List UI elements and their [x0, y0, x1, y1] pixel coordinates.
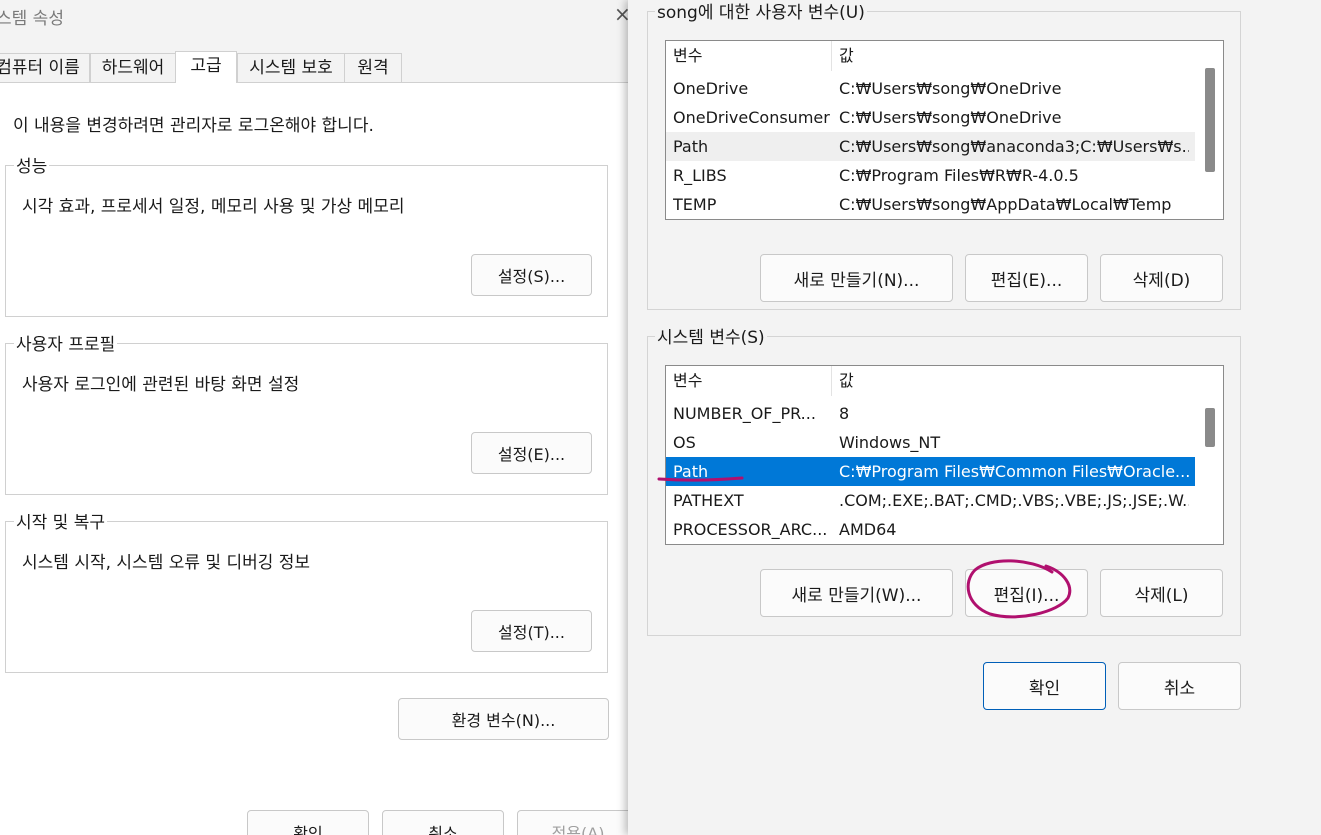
variable-name: Path: [673, 137, 709, 156]
user-profiles-description: 사용자 로그인에 관련된 바탕 화면 설정: [22, 375, 300, 395]
column-header-variable[interactable]: 변수: [666, 366, 832, 396]
table-row[interactable]: OS Windows_NT: [666, 428, 1195, 457]
performance-group: 성능 시각 효과, 프로세서 일정, 메모리 사용 및 가상 메모리 설정(S)…: [5, 152, 608, 317]
startup-recovery-description: 시스템 시작, 시스템 오류 및 디버깅 정보: [22, 553, 311, 573]
tab-bar: 컴퓨터 이름 하드웨어 고급 시스템 보호 원격: [0, 51, 628, 83]
left-cancel-button[interactable]: 취소: [382, 810, 504, 835]
variable-value: C:₩Users₩song₩OneDrive: [839, 79, 1062, 98]
system-new-button[interactable]: 새로 만들기(W)...: [760, 569, 953, 617]
variable-value: Windows_NT: [839, 433, 941, 452]
close-icon[interactable]: ×: [614, 2, 628, 26]
vertical-scrollbar[interactable]: [1199, 366, 1223, 544]
user-edit-button[interactable]: 편집(E)...: [965, 254, 1088, 302]
tab-system-protection[interactable]: 시스템 보호: [237, 53, 345, 82]
table-row[interactable]: Path C:₩Users₩song₩anaconda3;C:₩Users₩s.…: [666, 132, 1195, 161]
column-header-variable[interactable]: 변수: [666, 41, 832, 71]
table-row[interactable]: R_LIBS C:₩Program Files₩R₩R-4.0.5: [666, 161, 1195, 190]
variable-name: TEMP: [673, 195, 717, 214]
user-variables-list[interactable]: 변수 값 OneDrive C:₩Users₩song₩OneDrive One…: [665, 40, 1224, 220]
tab-advanced[interactable]: 고급: [175, 51, 237, 83]
variable-value: C:₩Users₩song₩AppData₩Local₩Temp: [839, 195, 1172, 214]
dialog-title: 스템 속성: [0, 9, 64, 29]
user-delete-button[interactable]: 삭제(D): [1100, 254, 1223, 302]
user-new-button[interactable]: 새로 만들기(N)...: [760, 254, 953, 302]
list-header: 변수 값: [666, 41, 1195, 71]
user-variables-label: song에 대한 사용자 변수(U): [655, 0, 867, 23]
variable-value: .COM;.EXE;.BAT;.CMD;.VBS;.VBE;.JS;.JSE;.…: [839, 491, 1189, 510]
variable-value: C:₩Users₩song₩anaconda3;C:₩Users₩s...: [839, 137, 1189, 156]
performance-settings-button[interactable]: 설정(S)...: [471, 254, 592, 296]
advanced-tab-panel: 이 내용을 변경하려면 관리자로 로그온해야 합니다. 성능 시각 효과, 프로…: [0, 83, 628, 835]
user-variables-group: song에 대한 사용자 변수(U) 변수 값 OneDrive C:₩User…: [647, 0, 1241, 310]
left-ok-button[interactable]: 확인: [247, 810, 369, 835]
variable-name: NUMBER_OF_PR...: [673, 404, 816, 423]
startup-recovery-group: 시작 및 복구 시스템 시작, 시스템 오류 및 디버깅 정보 설정(T)...: [5, 508, 608, 673]
env-ok-button[interactable]: 확인: [983, 662, 1106, 710]
environment-variables-button[interactable]: 환경 변수(N)...: [398, 698, 609, 740]
variable-name: OneDriveConsumer: [673, 108, 830, 127]
variable-value: C:₩Program Files₩Common Files₩Oracle...: [839, 462, 1189, 481]
table-row[interactable]: PROCESSOR_ARC... AMD64: [666, 515, 1195, 544]
startup-recovery-label: 시작 및 복구: [14, 508, 108, 533]
column-header-value[interactable]: 값: [832, 366, 1195, 396]
scrollbar-thumb[interactable]: [1205, 68, 1215, 172]
table-row[interactable]: OneDrive C:₩Users₩song₩OneDrive: [666, 74, 1195, 103]
environment-variables-dialog: song에 대한 사용자 변수(U) 변수 값 OneDrive C:₩User…: [628, 0, 1321, 835]
admin-note: 이 내용을 변경하려면 관리자로 로그온해야 합니다.: [13, 116, 374, 136]
column-header-value[interactable]: 값: [832, 41, 1195, 71]
user-profiles-group: 사용자 프로필 사용자 로그인에 관련된 바탕 화면 설정 설정(E)...: [5, 330, 608, 495]
scrollbar-thumb[interactable]: [1205, 408, 1215, 447]
variable-name: OS: [673, 433, 696, 452]
variable-name: OneDrive: [673, 79, 749, 98]
system-properties-dialog: 스템 속성 × 컴퓨터 이름 하드웨어 고급 시스템 보호 원격 이 내용을 변…: [0, 0, 628, 835]
variable-value: 8: [839, 404, 850, 423]
variable-name: PROCESSOR_ARC...: [673, 520, 828, 539]
variable-name: PATHEXT: [673, 491, 744, 510]
variable-value: AMD64: [839, 520, 897, 539]
variable-value: C:₩Users₩song₩OneDrive: [839, 108, 1062, 127]
startup-recovery-settings-button[interactable]: 설정(T)...: [471, 610, 592, 652]
tab-computer-name[interactable]: 컴퓨터 이름: [0, 53, 90, 82]
performance-label: 성능: [14, 152, 50, 177]
tab-hardware[interactable]: 하드웨어: [90, 53, 176, 82]
vertical-scrollbar[interactable]: [1199, 41, 1223, 219]
left-apply-button[interactable]: 적용(A): [517, 810, 628, 835]
system-edit-button[interactable]: 편집(I)...: [965, 569, 1088, 617]
performance-description: 시각 효과, 프로세서 일정, 메모리 사용 및 가상 메모리: [22, 197, 405, 217]
variable-name: R_LIBS: [673, 166, 727, 185]
user-profiles-label: 사용자 프로필: [14, 330, 118, 355]
system-variables-group: 시스템 변수(S) 변수 값 NUMBER_OF_PR... 8 OS Wind…: [647, 323, 1241, 636]
system-delete-button[interactable]: 삭제(L): [1100, 569, 1223, 617]
variable-value: C:₩Program Files₩R₩R-4.0.5: [839, 166, 1079, 185]
table-row[interactable]: OneDriveConsumer C:₩Users₩song₩OneDrive: [666, 103, 1195, 132]
env-cancel-button[interactable]: 취소: [1118, 662, 1241, 710]
system-variables-label: 시스템 변수(S): [655, 323, 767, 348]
table-row[interactable]: NUMBER_OF_PR... 8: [666, 399, 1195, 428]
table-row[interactable]: TEMP C:₩Users₩song₩AppData₩Local₩Temp: [666, 190, 1195, 219]
list-header: 변수 값: [666, 366, 1195, 396]
user-profiles-settings-button[interactable]: 설정(E)...: [471, 432, 592, 474]
variable-name: Path: [673, 462, 709, 481]
system-variables-list[interactable]: 변수 값 NUMBER_OF_PR... 8 OS Windows_NT Pat…: [665, 365, 1224, 545]
table-row-selected[interactable]: Path C:₩Program Files₩Common Files₩Oracl…: [666, 457, 1195, 486]
tab-remote[interactable]: 원격: [344, 53, 402, 82]
table-row[interactable]: PATHEXT .COM;.EXE;.BAT;.CMD;.VBS;.VBE;.J…: [666, 486, 1195, 515]
